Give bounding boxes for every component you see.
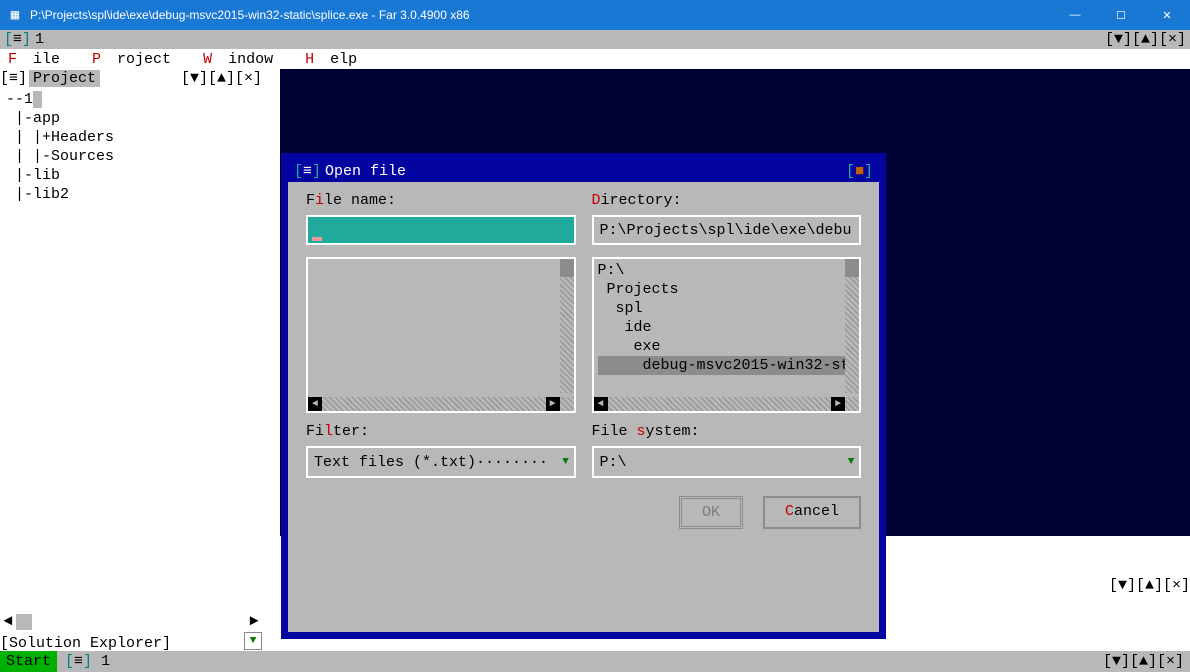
sidebar: ≡ Project [▼][▲][×] --1 |-app | |+Header… [0, 69, 262, 651]
directory-input[interactable]: P:\Projects\spl\ide\exe\debu [592, 215, 862, 245]
sidebar-header: ≡ Project [▼][▲][×] [0, 69, 262, 88]
menu-file[interactable]: File [8, 51, 86, 68]
start-button[interactable]: Start [0, 651, 57, 672]
scroll-left-icon: ◄ [308, 397, 322, 411]
menu-window[interactable]: Window [203, 51, 299, 68]
dialog-close-icon[interactable]: [■] [846, 163, 873, 180]
file-list-hscroll[interactable]: ◄ ► [308, 397, 574, 411]
scroll-right-icon: ► [546, 397, 560, 411]
chevron-down-icon: ▼ [558, 456, 574, 468]
directory-label: Directory: [592, 192, 862, 209]
chevron-down-icon: ▼ [843, 456, 859, 468]
maximize-button[interactable]: ☐ [1098, 0, 1144, 30]
scroll-right-icon[interactable]: ► [246, 613, 262, 630]
dialog-title: Open file [325, 163, 406, 180]
filename-input[interactable] [306, 215, 576, 245]
directory-tree[interactable]: P:\ Projects spl ide exe debug-msvc2015-… [598, 261, 846, 397]
dir-list-vscroll[interactable] [845, 259, 859, 393]
filter-combo[interactable]: Text files (*.txt)········▼ [306, 446, 576, 478]
filesystem-combo[interactable]: P:\▼ [592, 446, 862, 478]
scroll-left-icon: ◄ [594, 397, 608, 411]
scroll-right-icon: ► [831, 397, 845, 411]
minimize-button[interactable]: — [1052, 0, 1098, 30]
sidebar-tab-project[interactable]: Project [29, 70, 100, 87]
cancel-button[interactable]: Cancel [763, 496, 861, 529]
dialog-head-icon[interactable]: ≡ [303, 163, 312, 180]
filter-label: Filter: [306, 423, 576, 440]
sidebar-tab-controls[interactable]: [▼][▲][×] [181, 70, 262, 87]
menu-help[interactable]: Help [305, 51, 383, 68]
menu-project[interactable]: Project [92, 51, 197, 68]
directory-listbox[interactable]: P:\ Projects spl ide exe debug-msvc2015-… [592, 257, 862, 413]
open-file-dialog: [≡] Open file [■] File name: ◄ ► [281, 153, 886, 639]
editor-tab-controls[interactable]: [▼][▲][×] [1109, 577, 1190, 594]
filesystem-label: File system: [592, 423, 862, 440]
close-button[interactable]: ✕ [1144, 0, 1190, 30]
scroll-thumb[interactable] [16, 614, 32, 630]
status-tab[interactable]: ≡ 1 [57, 653, 118, 670]
solution-explorer-label[interactable]: [Solution Explorer] [0, 635, 171, 652]
filename-label: File name: [306, 192, 576, 209]
sidebar-hscroll[interactable]: ◄ ► [0, 612, 262, 631]
file-list-vscroll[interactable] [560, 259, 574, 393]
status-controls[interactable]: [▼][▲][×] [1103, 653, 1190, 670]
sidebar-dropdown-icon[interactable]: ▼ [244, 632, 262, 650]
dir-list-hscroll[interactable]: ◄ ► [594, 397, 860, 411]
ok-button: OK [679, 496, 743, 529]
tab-symbol[interactable]: ≡ [4, 31, 31, 48]
sidebar-head-symbol[interactable]: ≡ [0, 70, 27, 87]
window-title: P:\Projects\spl\ide\exe\debug-msvc2015-w… [30, 8, 1052, 22]
file-listbox[interactable]: ◄ ► [306, 257, 576, 413]
top-tabbar: ≡ 1 [▼][▲][×] [0, 30, 1190, 49]
statusbar: Start ≡ 1 [▼][▲][×] [0, 651, 1190, 672]
tab-number[interactable]: 1 [35, 31, 44, 48]
sidebar-footer: [Solution Explorer] ▼ [0, 631, 262, 651]
scroll-left-icon[interactable]: ◄ [0, 613, 16, 630]
tab-controls[interactable]: [▼][▲][×] [1105, 31, 1186, 48]
app-icon: ▦ [0, 7, 30, 24]
window-titlebar: ▦ P:\Projects\spl\ide\exe\debug-msvc2015… [0, 0, 1190, 30]
project-tree[interactable]: --1 |-app | |+Headers | |-Sources |-lib … [0, 88, 262, 612]
menubar: File Project Window Help [0, 49, 1190, 69]
